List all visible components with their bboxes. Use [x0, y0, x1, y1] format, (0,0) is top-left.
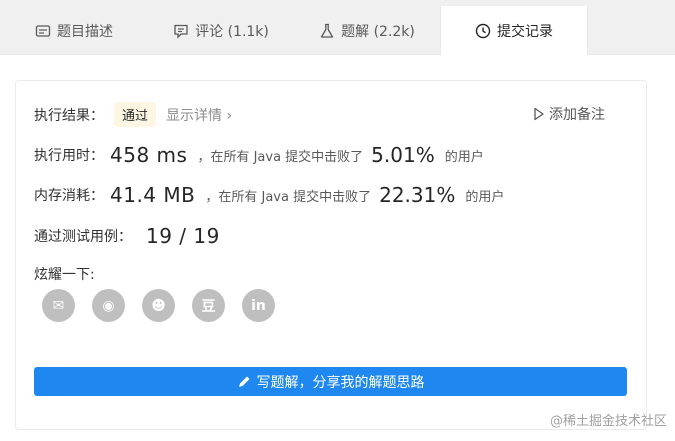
runtime-label: 执行用时：: [34, 148, 104, 164]
description-icon: [35, 24, 51, 37]
share-wechat-button[interactable]: ✉: [42, 289, 75, 322]
testcases-value: 19 / 19: [146, 224, 220, 248]
share-weibo-button[interactable]: ◉: [92, 289, 125, 322]
runtime-percent: 5.01%: [371, 143, 435, 167]
wechat-icon: ✉: [52, 297, 65, 314]
douban-icon: 豆: [201, 298, 216, 315]
add-note-label: 添加备注: [549, 107, 605, 123]
clock-icon: [475, 23, 491, 39]
tab-solutions-label: 题解 (2.2k): [341, 23, 415, 40]
tab-bar: 题目描述 评论 (1.1k) 题解 (2.2k) 提交记录: [0, 0, 675, 56]
tab-comments-label: 评论 (1.1k): [195, 23, 269, 40]
share-row-label: 炫耀一下:: [34, 264, 95, 284]
flask-icon: [320, 23, 334, 38]
runtime-value: 458 ms: [110, 143, 188, 167]
write-solution-label: 写题解，分享我的解题思路: [256, 374, 425, 391]
pencil-icon: [238, 376, 249, 387]
memory-value: 41.4 MB: [110, 183, 196, 207]
share-linkedin-button[interactable]: in: [242, 289, 275, 322]
share-qq-button[interactable]: ☻: [142, 289, 175, 322]
memory-row: 内存消耗： 41.4 MB ，在所有 Java 提交中击败了 22.31% 的用…: [34, 183, 504, 207]
tab-description-label: 题目描述: [57, 23, 113, 40]
add-note-button[interactable]: 添加备注: [533, 104, 605, 124]
share-label: 炫耀一下:: [34, 267, 95, 283]
tab-comments[interactable]: 评论 (1.1k): [148, 6, 294, 55]
weibo-icon: ◉: [102, 297, 115, 314]
qq-icon: ☻: [151, 297, 166, 314]
testcases-row: 通过测试用例： 19 / 19: [34, 224, 220, 248]
tab-submissions[interactable]: 提交记录: [440, 6, 588, 56]
linkedin-icon: in: [251, 297, 266, 314]
testcases-label: 通过测试用例：: [34, 229, 132, 245]
memory-percent: 22.31%: [379, 183, 456, 207]
show-details-link[interactable]: 显示详情 ›: [166, 105, 232, 125]
write-solution-button[interactable]: 写题解，分享我的解题思路: [34, 367, 627, 396]
share-douban-button[interactable]: 豆: [192, 289, 225, 322]
memory-suffix: 的用户: [465, 189, 505, 205]
comment-icon: [174, 24, 188, 39]
tab-solutions[interactable]: 题解 (2.2k): [294, 6, 440, 55]
watermark: @稀土掘金技术社区: [549, 414, 667, 429]
runtime-text: ，在所有 Java 提交中击败了: [197, 149, 364, 165]
memory-label: 内存消耗：: [34, 188, 104, 204]
runtime-suffix: 的用户: [444, 149, 484, 165]
result-row: 执行结果： 通过 显示详情 ›: [34, 102, 232, 127]
memory-text: ，在所有 Java 提交中击败了: [205, 189, 372, 205]
result-label: 执行结果：: [34, 107, 104, 124]
tab-submissions-label: 提交记录: [497, 24, 553, 40]
share-buttons: ✉ ◉ ☻ 豆 in: [42, 289, 275, 322]
runtime-row: 执行用时： 458 ms ，在所有 Java 提交中击败了 5.01% 的用户: [34, 143, 484, 167]
play-icon: [534, 107, 544, 121]
status-badge: 通过: [114, 102, 157, 127]
tab-description[interactable]: 题目描述: [0, 6, 148, 55]
